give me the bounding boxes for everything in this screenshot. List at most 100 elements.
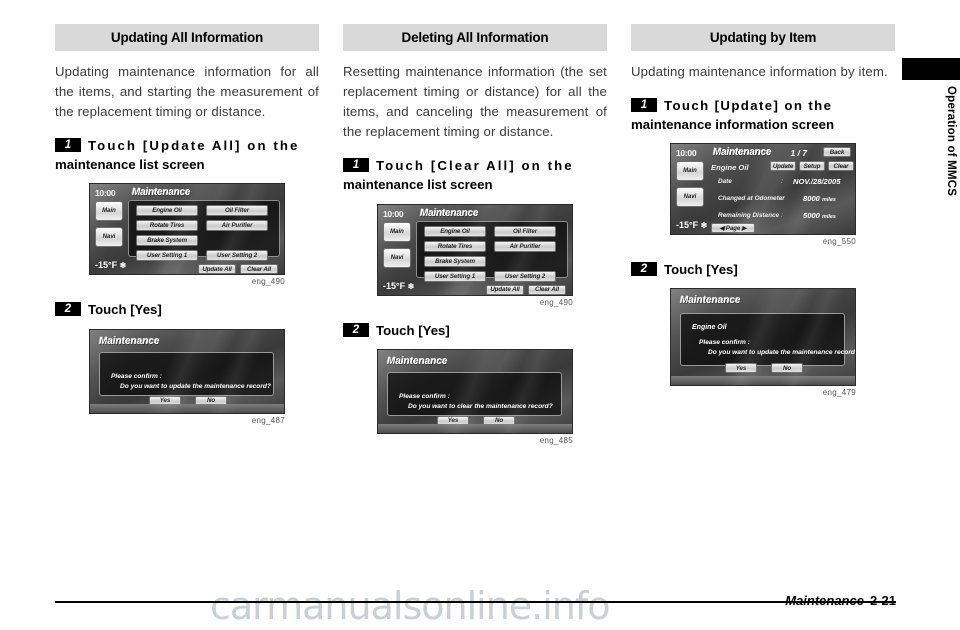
screen-item-user-setting-2[interactable]: User Setting 2 bbox=[494, 270, 556, 282]
figure-maintenance-info: 10:00 Maintenance 1 / 7 Back Main Navi E… bbox=[631, 143, 895, 246]
screen-row-label-remaining: Remaining Distance bbox=[718, 212, 780, 220]
step-number: 2 bbox=[343, 322, 369, 337]
step-2: 2 Touch [Yes] bbox=[55, 300, 319, 319]
figure-caption: eng_485 bbox=[539, 435, 573, 445]
snowflake-icon: ❄ bbox=[119, 261, 127, 271]
screen-button-setup[interactable]: Setup bbox=[799, 161, 825, 172]
screen-item-engine-oil[interactable]: Engine Oil bbox=[136, 205, 198, 217]
screen-title: Maintenance bbox=[132, 187, 191, 199]
step-title-line1: Touch [Update All] on the bbox=[88, 138, 300, 154]
dialog-line-2: Do you want to update the maintenance re… bbox=[708, 349, 856, 357]
figure-confirm-clear: Maintenance Please confirm : Do you want… bbox=[343, 348, 607, 445]
screen-row-colon: : bbox=[781, 195, 783, 203]
snowflake-icon: ❄ bbox=[407, 281, 415, 291]
footer: Maintenance 2-21 bbox=[785, 593, 896, 608]
screen-button-navi[interactable]: Navi bbox=[676, 187, 704, 208]
screen-row-label-odometer: Changed at Odometer bbox=[718, 195, 785, 203]
step-number: 2 bbox=[631, 262, 657, 277]
section-heading: Updating All Information bbox=[55, 24, 319, 51]
screen-maintenance-info: 10:00 Maintenance 1 / 7 Back Main Navi E… bbox=[670, 143, 856, 236]
section-body-text: Resetting maintenance information (the s… bbox=[343, 64, 607, 140]
screen-confirm-update-item: Maintenance Engine Oil Please confirm : … bbox=[670, 288, 856, 387]
figure-maintenance-list: 10:00 Maintenance Main Navi Engine Oil O… bbox=[343, 203, 607, 307]
figure-confirm-update-item: Maintenance Engine Oil Please confirm : … bbox=[631, 288, 895, 397]
screen-item-air-purifier[interactable]: Air Purifier bbox=[206, 220, 268, 232]
step-2: 2 Touch [Yes] bbox=[631, 260, 895, 279]
screen-clock: 10:00 bbox=[95, 188, 116, 199]
screen-bottom-bar bbox=[378, 423, 572, 433]
figure-caption: eng_479 bbox=[822, 388, 856, 398]
dialog-box: Please confirm : Do you want to clear th… bbox=[387, 371, 562, 426]
manual-page: Operation of MMCS Updating All Informati… bbox=[0, 0, 960, 630]
screen-row-value-date: NOV./28/2005 bbox=[793, 177, 841, 187]
screen-temperature: -15°F ❄ bbox=[676, 220, 708, 231]
snowflake-icon: ❄ bbox=[700, 221, 708, 231]
dialog-button-no[interactable]: No bbox=[771, 363, 803, 374]
screen-item-oil-filter[interactable]: Oil Filter bbox=[494, 225, 556, 237]
figure-caption: eng_487 bbox=[251, 415, 285, 425]
step-title-line1: Touch [Yes] bbox=[88, 302, 162, 318]
screen-item-rotate-tires[interactable]: Rotate Tires bbox=[136, 220, 198, 232]
step-title-line2: maintenance information screen bbox=[631, 117, 834, 133]
screen-item-user-setting-1[interactable]: User Setting 1 bbox=[424, 270, 486, 282]
screen-maintenance-list: 10:00 Maintenance Main Navi Engine Oil O… bbox=[377, 203, 573, 296]
screen-title: Maintenance bbox=[387, 355, 448, 367]
step-title-line1: Touch [Yes] bbox=[376, 322, 450, 338]
dialog-line-1: Please confirm : bbox=[111, 372, 162, 380]
screen-row-colon: : bbox=[781, 178, 783, 186]
step-1: 1 Touch [Clear All] on the maintenance li… bbox=[343, 156, 607, 194]
screen-item-engine-oil[interactable]: Engine Oil bbox=[424, 225, 486, 237]
screen-item-oil-filter[interactable]: Oil Filter bbox=[206, 205, 268, 217]
step-title-line1: Touch [Update] on the bbox=[664, 98, 833, 114]
screen-button-update-all[interactable]: Update All bbox=[486, 284, 524, 295]
screen-button-update-all[interactable]: Update All bbox=[198, 264, 236, 275]
footer-section-name: Maintenance bbox=[785, 593, 864, 608]
site-watermark: carmanualsonline.info bbox=[210, 584, 611, 628]
screen-row-colon: : bbox=[781, 212, 783, 220]
figure-caption: eng_490 bbox=[251, 277, 285, 287]
dialog-line-1: Please confirm : bbox=[699, 339, 750, 347]
dialog-line-2: Do you want to update the maintenance re… bbox=[120, 382, 271, 390]
dialog-box: Please confirm : Do you want to update t… bbox=[99, 351, 274, 406]
page-columns: Updating All Information Updating mainte… bbox=[55, 24, 895, 445]
screen-temperature: -15°F ❄ bbox=[95, 260, 127, 271]
section-tab-marker bbox=[902, 58, 960, 80]
screen-button-main[interactable]: Main bbox=[95, 201, 123, 222]
screen-title: Maintenance bbox=[680, 295, 741, 307]
screen-item-rotate-tires[interactable]: Rotate Tires bbox=[424, 240, 486, 252]
screen-item-brake-system[interactable]: Brake System bbox=[136, 235, 198, 247]
dialog-box: Engine Oil Please confirm : Do you want … bbox=[680, 313, 855, 374]
screen-button-back[interactable]: Back bbox=[823, 147, 851, 158]
screen-button-clear-all[interactable]: Clear All bbox=[240, 264, 278, 275]
screen-button-main[interactable]: Main bbox=[383, 221, 411, 242]
screen-confirm-clear: Maintenance Please confirm : Do you want… bbox=[377, 348, 573, 434]
step-2: 2 Touch [Yes] bbox=[343, 321, 607, 340]
screen-button-update[interactable]: Update bbox=[770, 161, 796, 172]
screen-item-name: Engine Oil bbox=[711, 163, 749, 173]
step-1: 1 Touch [Update] on the maintenance infor… bbox=[631, 96, 895, 134]
screen-item-user-setting-1[interactable]: User Setting 1 bbox=[136, 250, 198, 262]
screen-title: Maintenance bbox=[713, 147, 772, 159]
screen-item-user-setting-2[interactable]: User Setting 2 bbox=[206, 250, 268, 262]
step-number: 2 bbox=[55, 302, 81, 317]
section-heading: Deleting All Information bbox=[343, 24, 607, 51]
screen-page-indicator: 1 / 7 bbox=[790, 148, 807, 159]
dialog-item-name: Engine Oil bbox=[692, 324, 727, 332]
screen-button-navi[interactable]: Navi bbox=[383, 247, 411, 268]
screen-item-air-purifier[interactable]: Air Purifier bbox=[494, 240, 556, 252]
screen-row-label-date: Date bbox=[718, 178, 732, 186]
screen-button-navi[interactable]: Navi bbox=[95, 227, 123, 248]
figure-caption: eng_490 bbox=[539, 297, 573, 307]
step-title-line1: Touch [Clear All] on the bbox=[376, 158, 574, 174]
figure-confirm-update-all: Maintenance Please confirm : Do you want… bbox=[55, 328, 319, 425]
dialog-button-yes[interactable]: Yes bbox=[725, 363, 757, 374]
step-number: 1 bbox=[55, 138, 81, 153]
screen-button-clear[interactable]: Clear bbox=[828, 161, 854, 172]
screen-button-clear-all[interactable]: Clear All bbox=[528, 284, 566, 295]
screen-button-main[interactable]: Main bbox=[676, 161, 704, 182]
screen-item-brake-system[interactable]: Brake System bbox=[424, 255, 486, 267]
screen-bottom-bar bbox=[90, 403, 284, 413]
column-deleting-all-information: Deleting All Information Resetting maint… bbox=[343, 24, 607, 445]
section-body-text: Updating maintenance information by item… bbox=[631, 64, 888, 79]
screen-button-page-nav[interactable]: ◀ Page ▶ bbox=[711, 223, 755, 234]
